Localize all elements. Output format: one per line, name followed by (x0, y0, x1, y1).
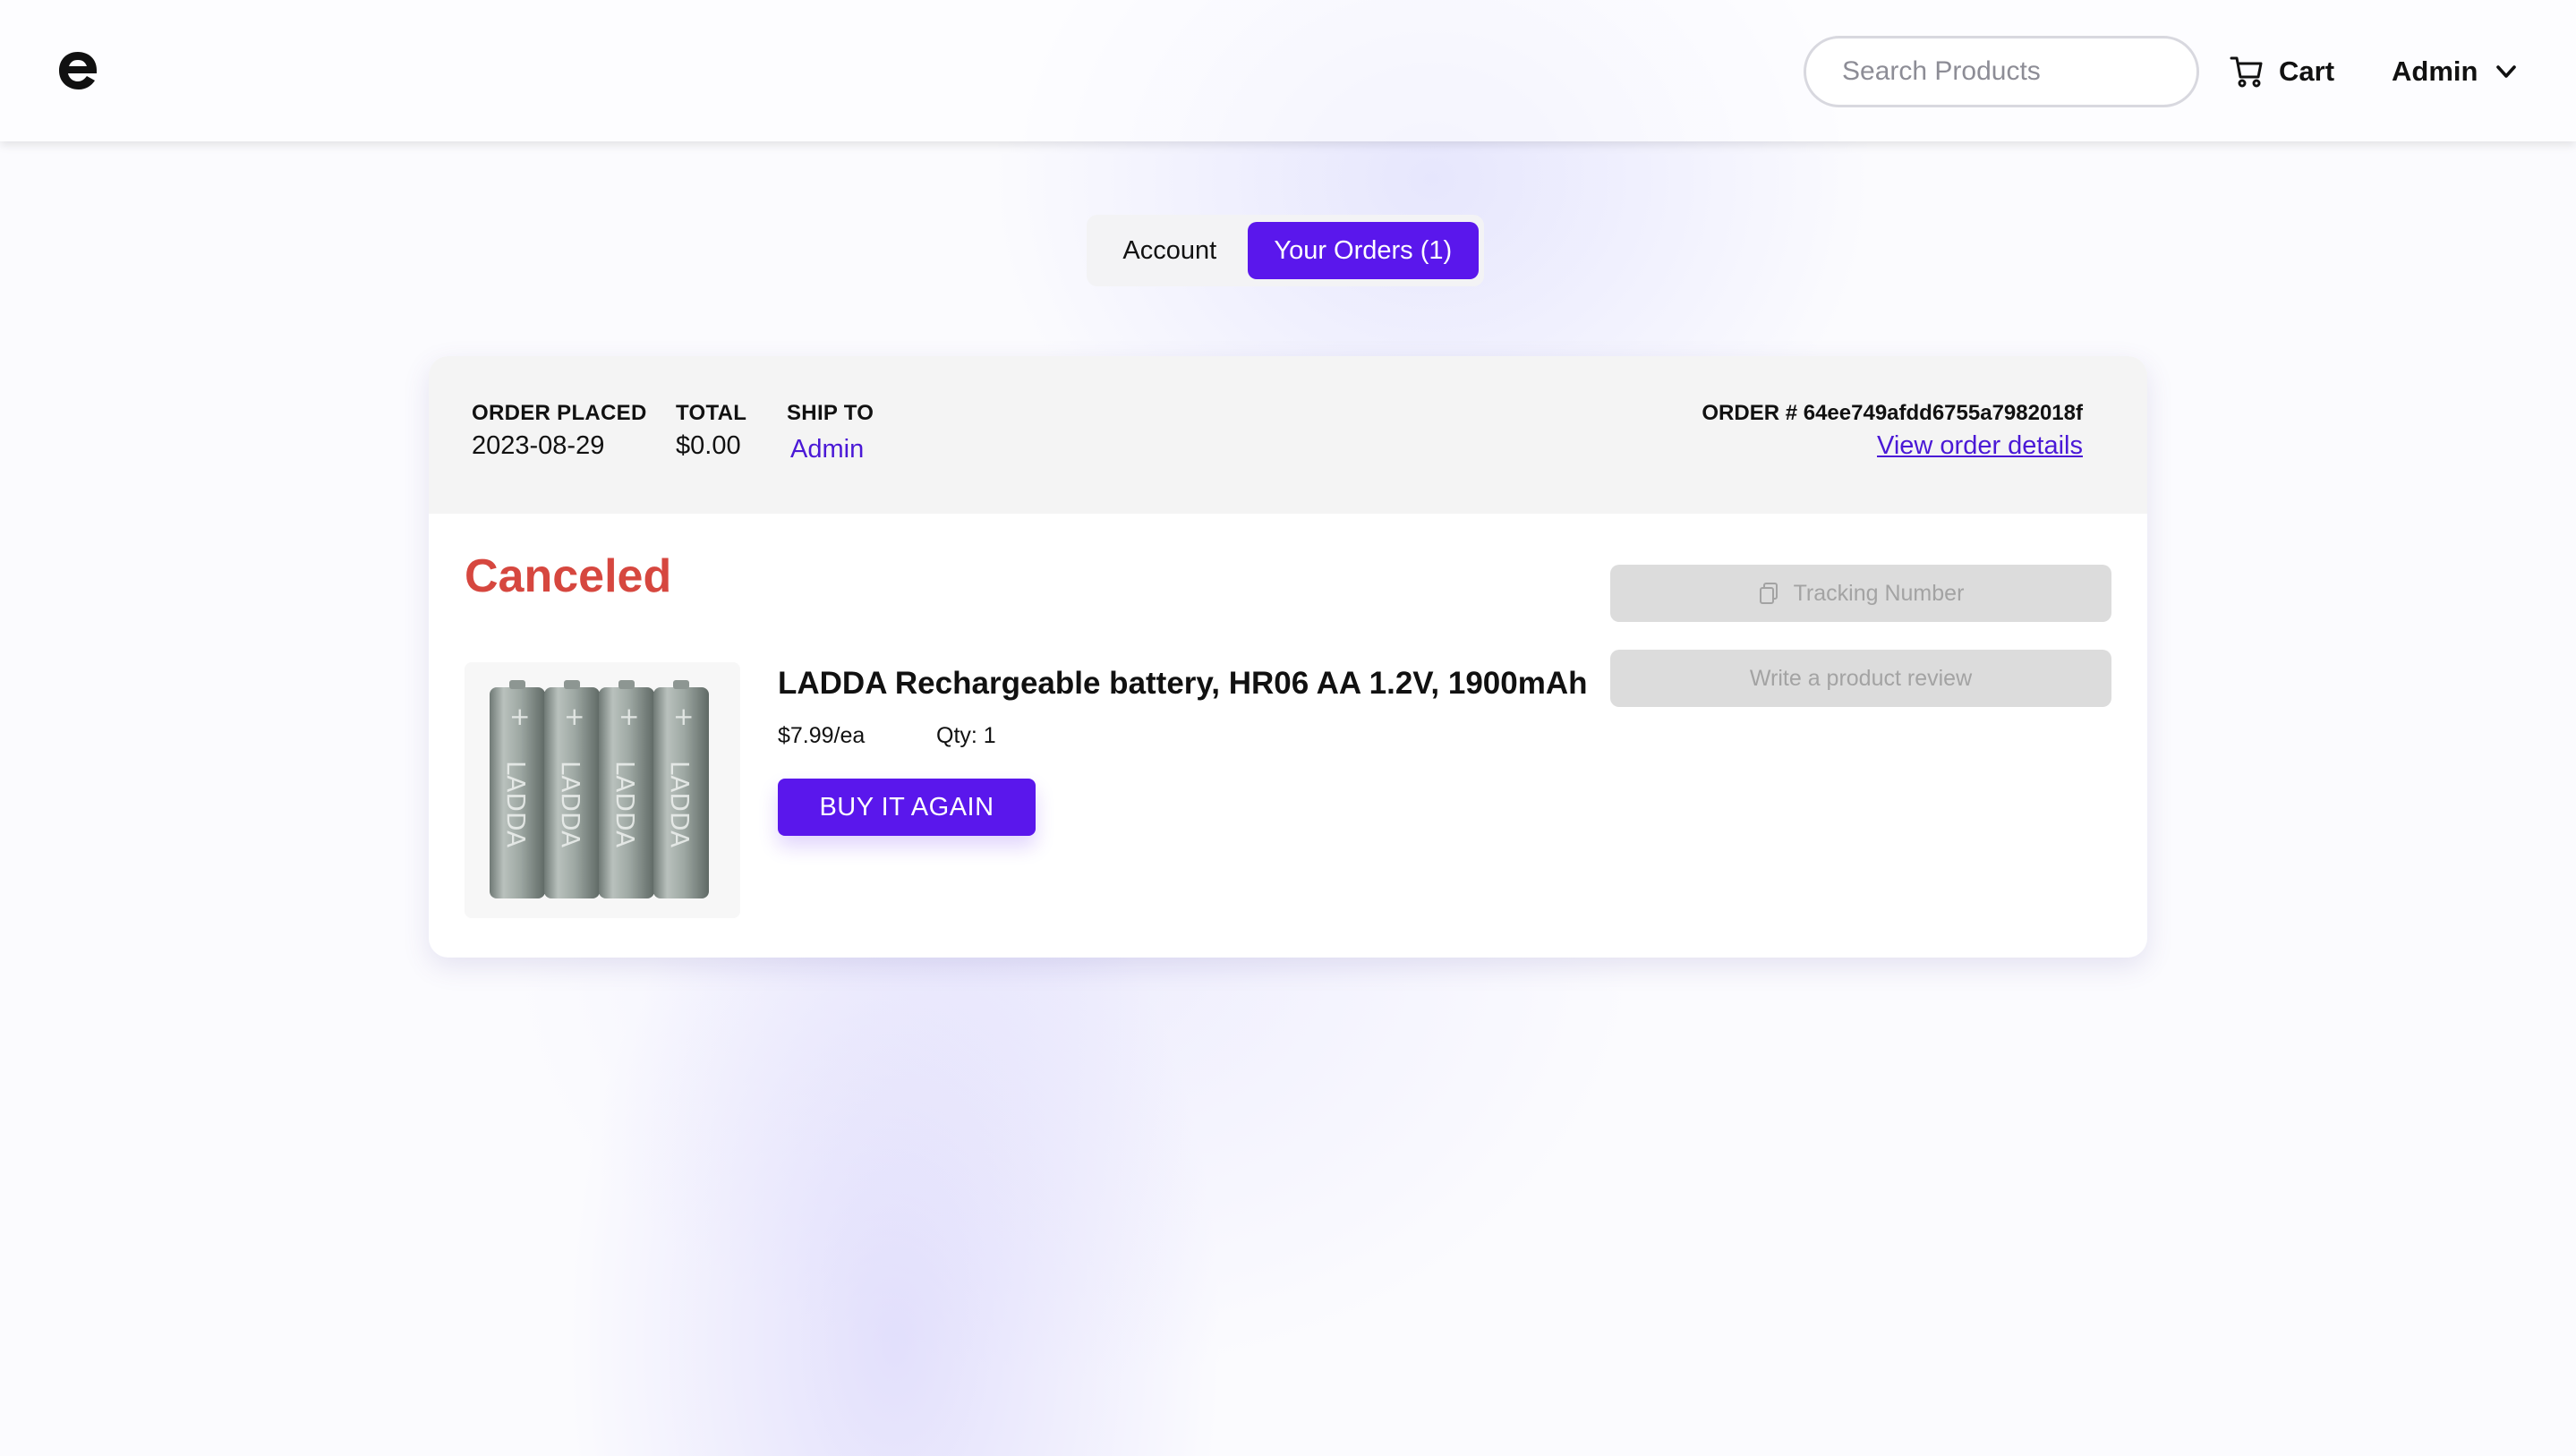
total-label: TOTAL (676, 401, 747, 425)
search-input[interactable] (1842, 56, 2188, 87)
ship-to-label: SHIP TO (787, 401, 874, 425)
svg-text:+: + (673, 702, 694, 731)
battery-label-4: LADDA (665, 761, 695, 847)
order-card: ORDER PLACED 2023-08-29 TOTAL $0.00 SHIP… (429, 356, 2147, 958)
product-quantity: Qty: 1 (936, 723, 996, 748)
cart-icon (2230, 56, 2263, 88)
tracking-number-button[interactable]: Tracking Number (1610, 565, 2111, 622)
user-menu[interactable]: Admin (2392, 49, 2519, 94)
top-navbar: Cart Admin (0, 0, 2576, 141)
battery-label-1: LADDA (501, 761, 531, 847)
order-number: ORDER # 64ee749afdd6755a7982018f (1702, 401, 2083, 425)
buy-it-again-button[interactable]: BUY IT AGAIN (778, 779, 1036, 836)
svg-text:+: + (564, 702, 584, 731)
copy-icon (1759, 583, 1778, 604)
product-image[interactable]: + + + + LADDA LADDA LADDA LADDA (465, 662, 740, 918)
cart-link[interactable]: Cart (2229, 49, 2334, 94)
order-summary-header: ORDER PLACED 2023-08-29 TOTAL $0.00 SHIP… (429, 356, 2147, 514)
svg-text:+: + (509, 702, 530, 731)
tracking-number-label: Tracking Number (1793, 580, 1965, 606)
chevron-down-icon (2496, 65, 2517, 78)
user-name-label: Admin (2392, 55, 2478, 87)
write-review-label: Write a product review (1749, 665, 1973, 691)
brand-logo-icon[interactable] (54, 47, 102, 95)
order-status: Canceled (465, 550, 672, 602)
order-placed-label: ORDER PLACED (472, 401, 647, 425)
product-price: $7.99/ea (778, 723, 866, 748)
order-placed-date: 2023-08-29 (472, 431, 605, 460)
total-value: $0.00 (676, 431, 741, 460)
view-order-details-link[interactable]: View order details (1877, 431, 2083, 461)
search-bar (1804, 36, 2199, 107)
tab-account[interactable]: Account (1092, 222, 1248, 279)
tab-your-orders[interactable]: Your Orders (1) (1247, 222, 1479, 279)
cart-label: Cart (2279, 55, 2335, 87)
battery-label-2: LADDA (556, 761, 585, 847)
account-tabs: Account Your Orders (1) (1087, 215, 1484, 286)
battery-label-3: LADDA (610, 761, 640, 847)
svg-text:+: + (618, 702, 639, 731)
battery-product-image: + + + + LADDA LADDA LADDA LADDA (490, 680, 709, 898)
product-title[interactable]: LADDA Rechargeable battery, HR06 AA 1.2V… (778, 666, 1588, 702)
ship-to-name-link[interactable]: Admin (790, 435, 864, 464)
write-review-button[interactable]: Write a product review (1610, 650, 2111, 707)
